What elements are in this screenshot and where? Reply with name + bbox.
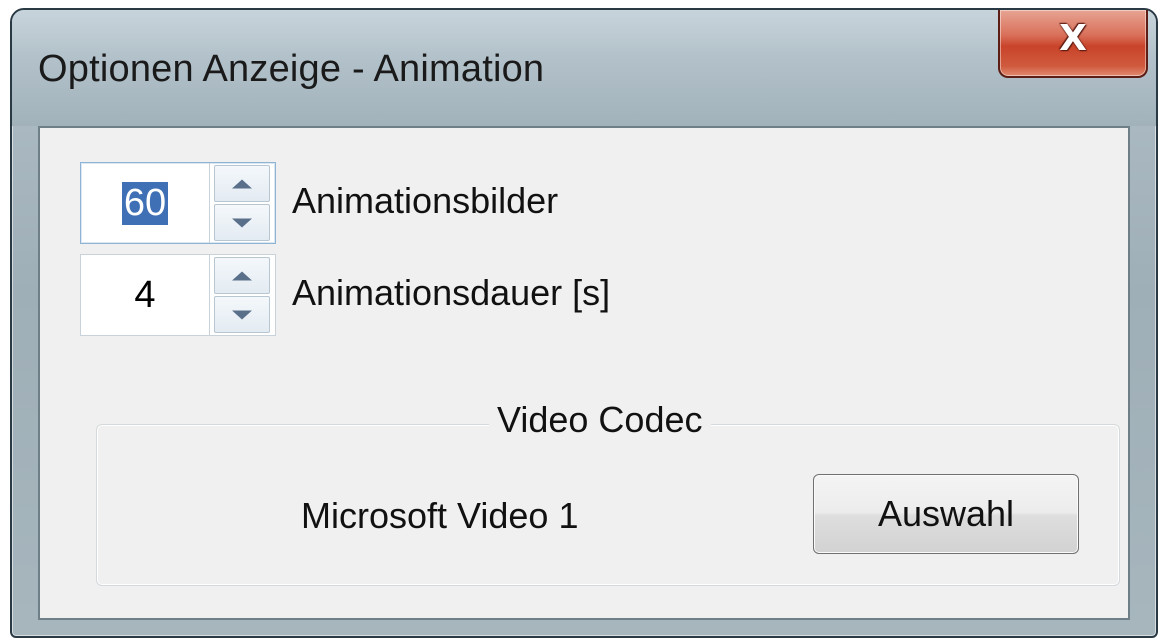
animation-frames-increment-button[interactable] <box>214 165 270 202</box>
animation-duration-decrement-button[interactable] <box>214 296 270 333</box>
animation-duration-spin-buttons <box>209 255 275 335</box>
chevron-down-icon <box>232 310 252 319</box>
animation-frames-label: Animationsbilder <box>292 180 559 221</box>
video-codec-group-title: Video Codec <box>489 399 711 441</box>
animation-duration-spinner[interactable]: 4 <box>80 254 276 336</box>
dialog-window: Optionen Anzeige - Animation X 60 Animat… <box>10 8 1158 638</box>
animation-duration-increment-button[interactable] <box>214 257 270 294</box>
title-bar[interactable]: Optionen Anzeige - Animation X <box>12 10 1156 126</box>
close-icon: X <box>1059 18 1087 59</box>
video-codec-group: Video Codec Microsoft Video 1 Auswahl <box>96 399 1120 586</box>
animation-frames-decrement-button[interactable] <box>214 204 270 241</box>
animation-duration-input[interactable]: 4 <box>81 255 209 335</box>
animation-frames-value: 60 <box>121 181 169 225</box>
animation-frames-spinner[interactable]: 60 <box>80 162 276 244</box>
dialog-content: 60 Animationsbilder 4 Animationsdauer [s… <box>38 126 1130 620</box>
close-button[interactable]: X <box>998 10 1148 78</box>
animation-frames-spin-buttons <box>209 163 275 243</box>
codec-name: Microsoft Video 1 <box>301 495 579 536</box>
chevron-up-icon <box>232 179 252 188</box>
animation-frames-input[interactable]: 60 <box>81 163 209 243</box>
codec-select-button[interactable]: Auswahl <box>813 474 1079 554</box>
animation-duration-label: Animationsdauer [s] <box>292 272 611 313</box>
window-title: Optionen Anzeige - Animation <box>38 48 545 90</box>
chevron-down-icon <box>232 218 252 227</box>
chevron-up-icon <box>232 271 252 280</box>
animation-duration-value: 4 <box>134 273 156 316</box>
